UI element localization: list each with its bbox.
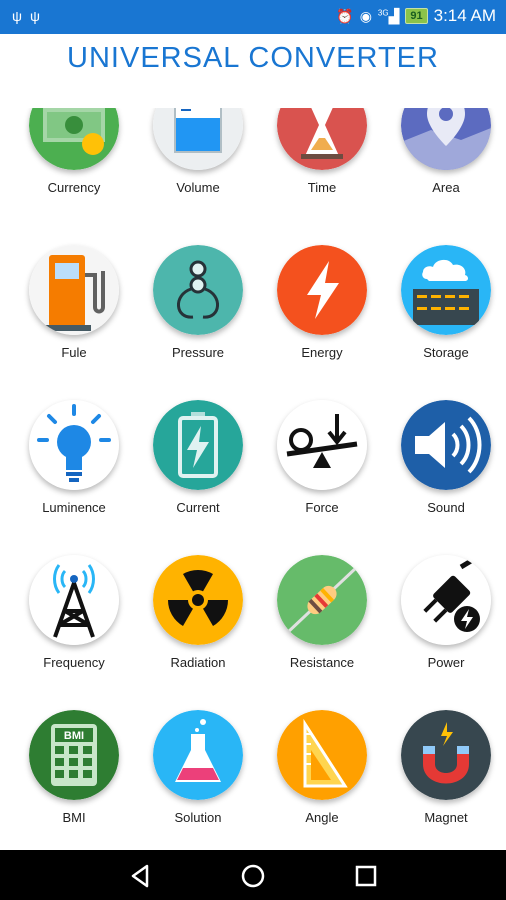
category-angle[interactable]: Angle	[260, 710, 384, 840]
category-label: Sound	[427, 500, 465, 515]
lever-force-icon	[277, 400, 367, 490]
category-magnet[interactable]: Magnet	[384, 710, 506, 840]
radio-tower-icon	[29, 555, 119, 645]
category-bmi[interactable]: BMI BMI	[12, 710, 136, 840]
category-label: Volume	[176, 180, 220, 195]
bmi-calculator-icon: BMI	[29, 710, 119, 800]
recents-icon[interactable]	[352, 862, 380, 890]
back-icon[interactable]	[126, 862, 154, 890]
speaker-icon	[401, 400, 491, 490]
category-sound[interactable]: Sound	[384, 400, 506, 530]
category-luminence[interactable]: Luminence	[12, 400, 136, 530]
category-label: BMI	[62, 810, 86, 825]
alarm-icon: ⏰	[336, 7, 354, 24]
category-label: Luminence	[42, 500, 106, 515]
volume-beaker-icon	[153, 108, 243, 170]
currency-icon	[29, 108, 119, 170]
usb-icon: ψ	[12, 8, 30, 24]
flask-icon	[153, 710, 243, 800]
category-label: Time	[307, 180, 337, 195]
clock: 3:14 AM	[433, 6, 496, 25]
lightning-icon	[277, 245, 367, 335]
usb-icon: ψ	[29, 8, 48, 24]
category-power[interactable]: Power	[384, 555, 506, 685]
category-label: Magnet	[424, 810, 468, 825]
category-current[interactable]: Current	[136, 400, 260, 530]
category-label: Angle	[305, 810, 339, 825]
eye-icon: ◉	[359, 7, 372, 24]
hourglass-icon	[277, 108, 367, 170]
category-area[interactable]: Area	[384, 108, 506, 210]
battery-icon: 91	[405, 8, 428, 24]
category-resistance[interactable]: Resistance	[260, 555, 384, 685]
category-label: Solution	[174, 810, 222, 825]
category-solution[interactable]: Solution	[136, 710, 260, 840]
battery-level: 91	[410, 10, 423, 22]
cloud-server-icon	[401, 245, 491, 335]
category-energy[interactable]: Energy	[260, 245, 384, 375]
category-label: Radiation	[170, 655, 226, 670]
category-label: Current	[176, 500, 220, 515]
status-bar: ψψ ⏰ ◉ 3G▟ 91 3:14 AM	[0, 0, 506, 34]
category-label: Pressure	[171, 345, 225, 360]
set-square-icon	[277, 710, 367, 800]
resistor-icon	[277, 555, 367, 645]
network-type: 3G	[377, 7, 389, 17]
category-radiation[interactable]: Radiation	[136, 555, 260, 685]
category-label: Resistance	[289, 655, 355, 670]
category-volume[interactable]: Volume	[136, 108, 260, 210]
category-label: Storage	[423, 345, 469, 360]
battery-charge-icon	[153, 400, 243, 490]
navigation-bar	[0, 850, 506, 900]
status-left-icons: ψψ	[12, 8, 48, 24]
pressure-gauge-icon	[153, 245, 243, 335]
light-bulb-icon	[29, 400, 119, 490]
category-force[interactable]: Force	[260, 400, 384, 530]
signal-icon: 3G▟	[377, 7, 400, 24]
svg-text:BMI: BMI	[64, 730, 84, 742]
radiation-icon	[153, 555, 243, 645]
magnet-icon	[401, 710, 491, 800]
category-label: Currency	[47, 180, 101, 195]
category-label: Power	[427, 655, 465, 670]
map-pin-icon	[401, 108, 491, 170]
category-pressure[interactable]: Pressure	[136, 245, 260, 375]
category-label: Energy	[301, 345, 343, 360]
category-fuel[interactable]: Fule	[12, 245, 136, 375]
converter-grid: Currency Volume Time Area Fule Pressure	[0, 108, 506, 846]
home-icon[interactable]	[239, 862, 267, 890]
category-frequency[interactable]: Frequency	[12, 555, 136, 685]
category-time[interactable]: Time	[260, 108, 384, 210]
category-label: Force	[305, 500, 339, 515]
category-currency[interactable]: Currency	[12, 108, 136, 210]
category-label: Area	[432, 180, 460, 195]
status-right: ⏰ ◉ 3G▟ 91 3:14 AM	[336, 6, 496, 26]
category-label: Fule	[61, 345, 87, 360]
fuel-pump-icon	[29, 245, 119, 335]
category-storage[interactable]: Storage	[384, 245, 506, 375]
app-title: UNIVERSAL CONVERTER	[67, 42, 439, 74]
power-plug-icon	[401, 555, 491, 645]
category-label: Frequency	[43, 655, 105, 670]
